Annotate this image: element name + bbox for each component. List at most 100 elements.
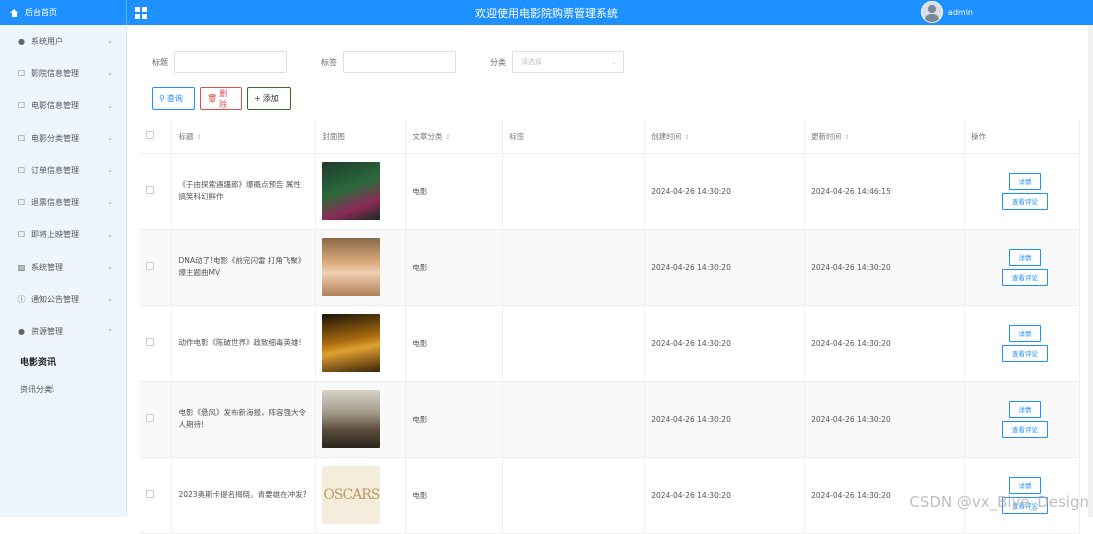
page-scrollbar[interactable] — [1088, 25, 1093, 517]
detail-button[interactable]: 详情 — [1009, 477, 1041, 494]
row-cover — [316, 305, 406, 381]
select-all-checkbox[interactable] — [140, 120, 172, 153]
sidebar-item-category[interactable]: ☐ 电影分类管理 ⌄ — [0, 122, 126, 154]
row-category: 电影 — [406, 153, 503, 229]
sidebar-item-label: 订单信息管理 — [31, 165, 79, 176]
category-filter-label: 分类 — [490, 57, 506, 68]
detail-button[interactable]: 详情 — [1009, 325, 1041, 342]
query-button-label: 查询 — [167, 93, 183, 104]
chevron-down-icon: ⌄ — [107, 37, 113, 45]
cover-image — [322, 162, 380, 220]
chevron-down-icon: ⌄ — [107, 69, 113, 77]
username: admin — [948, 8, 973, 17]
trash-icon: 🗑 — [207, 94, 217, 103]
category-select[interactable]: 请选择 ⌄ — [512, 51, 624, 73]
user-menu[interactable]: admin — [921, 1, 973, 23]
sidebar-item-refunds[interactable]: ☐ 退票信息管理 ⌄ — [0, 186, 126, 218]
sidebar-subitem-movie-news[interactable]: 电影资讯 — [0, 348, 126, 376]
location-icon: ● — [17, 327, 26, 336]
col-cover: 封面图 — [316, 120, 406, 153]
tag-filter-input[interactable] — [343, 51, 456, 73]
sort-icon: ⇕ — [684, 134, 689, 141]
row-checkbox[interactable] — [140, 153, 172, 229]
col-category[interactable]: 文章分类⇕ — [406, 120, 503, 153]
query-button[interactable]: ⚲ 查询 — [152, 87, 195, 110]
view-reviews-button[interactable]: 查看评论 — [1002, 497, 1048, 514]
category-select-placeholder: 请选择 — [521, 57, 542, 67]
add-button[interactable]: + 添加 — [247, 87, 291, 110]
edit-icon: ☐ — [17, 101, 26, 110]
chevron-down-icon: ⌄ — [107, 166, 113, 174]
chevron-up-icon: ⌃ — [107, 328, 113, 336]
row-checkbox[interactable] — [140, 457, 172, 533]
view-reviews-button[interactable]: 查看评论 — [1002, 345, 1048, 362]
sidebar-item-label: 影院信息管理 — [31, 68, 79, 79]
menu-toggle-icon[interactable] — [135, 7, 147, 19]
row-checkbox[interactable] — [140, 229, 172, 305]
search-icon: ⚲ — [159, 94, 165, 103]
view-reviews-button[interactable]: 查看评论 — [1002, 269, 1048, 286]
sidebar-item-label: 系统管理 — [31, 262, 63, 273]
table-row: DNA动了!电影《前完闪雷 打角飞聚》爆主题曲MV 电影 2024-04-26 … — [140, 229, 1080, 305]
row-category: 电影 — [406, 305, 503, 381]
add-button-label: 添加 — [263, 93, 279, 104]
sidebar-item-notice[interactable]: ⓘ 通知公告管理 ⌄ — [0, 283, 126, 315]
row-title: DNA动了!电影《前完闪雷 打角飞聚》爆主题曲MV — [172, 229, 316, 305]
table-header-row: 标题⇕ 封面图 文章分类⇕ 标签 创建时间⇕ 更新时间⇕ 操作 — [140, 120, 1080, 153]
table-row: 2023奥斯卡提名揭晓，青要雄在冲发? OSCARS 电影 2024-04-26… — [140, 457, 1080, 533]
col-updated[interactable]: 更新时间⇕ — [805, 120, 965, 153]
chevron-down-icon: ⌄ — [107, 198, 113, 206]
sidebar-item-resources[interactable]: ● 资源管理 ⌃ — [0, 316, 126, 348]
sidebar-item-users[interactable]: ● 系统用户 ⌄ — [0, 25, 126, 57]
row-actions: 详情 查看评论 — [965, 153, 1080, 229]
view-reviews-button[interactable]: 查看评论 — [1002, 421, 1048, 438]
edit-icon: ☐ — [17, 198, 26, 207]
row-created: 2024-04-26 14:30:20 — [645, 229, 805, 305]
sidebar-item-orders[interactable]: ☐ 订单信息管理 ⌄ — [0, 154, 126, 186]
news-table: 标题⇕ 封面图 文章分类⇕ 标签 创建时间⇕ 更新时间⇕ 操作 《于由探索遇疆郎… — [140, 120, 1080, 534]
col-actions: 操作 — [965, 120, 1080, 153]
row-actions: 详情 查看评论 — [965, 305, 1080, 381]
cover-image — [322, 314, 380, 372]
sidebar: ● 系统用户 ⌄ ☐ 影院信息管理 ⌄ ☐ 电影信息管理 ⌄ ☐ 电影分类管理 … — [0, 25, 127, 517]
row-title: 《于由探索遇疆郎》爆概点预告 属性搞笑科幻鲜作 — [172, 153, 316, 229]
row-checkbox[interactable] — [140, 305, 172, 381]
detail-button[interactable]: 详情 — [1009, 249, 1041, 266]
sidebar-item-label: 电影分类管理 — [31, 133, 79, 144]
detail-button[interactable]: 详情 — [1009, 173, 1041, 190]
row-title: 2023奥斯卡提名揭晓，青要雄在冲发? — [172, 457, 316, 533]
title-filter-input[interactable] — [174, 51, 287, 73]
chevron-down-icon: ⌄ — [107, 134, 113, 142]
row-checkbox[interactable] — [140, 381, 172, 457]
cover-image — [322, 390, 380, 448]
sidebar-item-movie[interactable]: ☐ 电影信息管理 ⌄ — [0, 90, 126, 122]
sidebar-item-cinema[interactable]: ☐ 影院信息管理 ⌄ — [0, 57, 126, 89]
row-category: 电影 — [406, 381, 503, 457]
sidebar-item-label: 通知公告管理 — [31, 294, 79, 305]
view-reviews-button[interactable]: 查看评论 — [1002, 193, 1048, 210]
sidebar-subitem-label: 电影资讯 — [20, 355, 56, 368]
table-row: 《于由探索遇疆郎》爆概点预告 属性搞笑科幻鲜作 电影 2024-04-26 14… — [140, 153, 1080, 229]
chevron-down-icon: ⌄ — [107, 102, 113, 110]
col-title[interactable]: 标题⇕ — [172, 120, 316, 153]
home-label: 后台首页 — [25, 7, 57, 18]
sidebar-item-label: 退票信息管理 — [31, 197, 79, 208]
detail-button[interactable]: 详情 — [1009, 401, 1041, 418]
info-icon: ⓘ — [17, 295, 26, 304]
row-title: 动作电影《陈破世界》政致细毒英雄! — [172, 305, 316, 381]
sidebar-subitem-news-category[interactable]: 资讯分类 ☝ — [0, 376, 126, 404]
delete-button[interactable]: 🗑 删除 — [200, 87, 242, 110]
col-created[interactable]: 创建时间⇕ — [645, 120, 805, 153]
avatar — [921, 1, 943, 23]
action-buttons: ⚲ 查询 🗑 删除 + 添加 — [152, 87, 296, 110]
title-filter-label: 标题 — [152, 57, 168, 68]
home-link[interactable]: 后台首页 — [0, 0, 127, 25]
row-updated: 2024-04-26 14:46:15 — [805, 153, 965, 229]
sidebar-item-upcoming[interactable]: ☐ 即将上映管理 ⌄ — [0, 219, 126, 251]
table-row: 电影《悬风》发布新海报，阵容强大令人期待! 电影 2024-04-26 14:3… — [140, 381, 1080, 457]
top-bar: 后台首页 欢迎使用电影院购票管理系统 admin — [0, 0, 1093, 25]
row-created: 2024-04-26 14:30:20 — [645, 381, 805, 457]
row-category: 电影 — [406, 229, 503, 305]
sidebar-item-system[interactable]: ▨ 系统管理 ⌄ — [0, 251, 126, 283]
row-tag — [503, 305, 645, 381]
